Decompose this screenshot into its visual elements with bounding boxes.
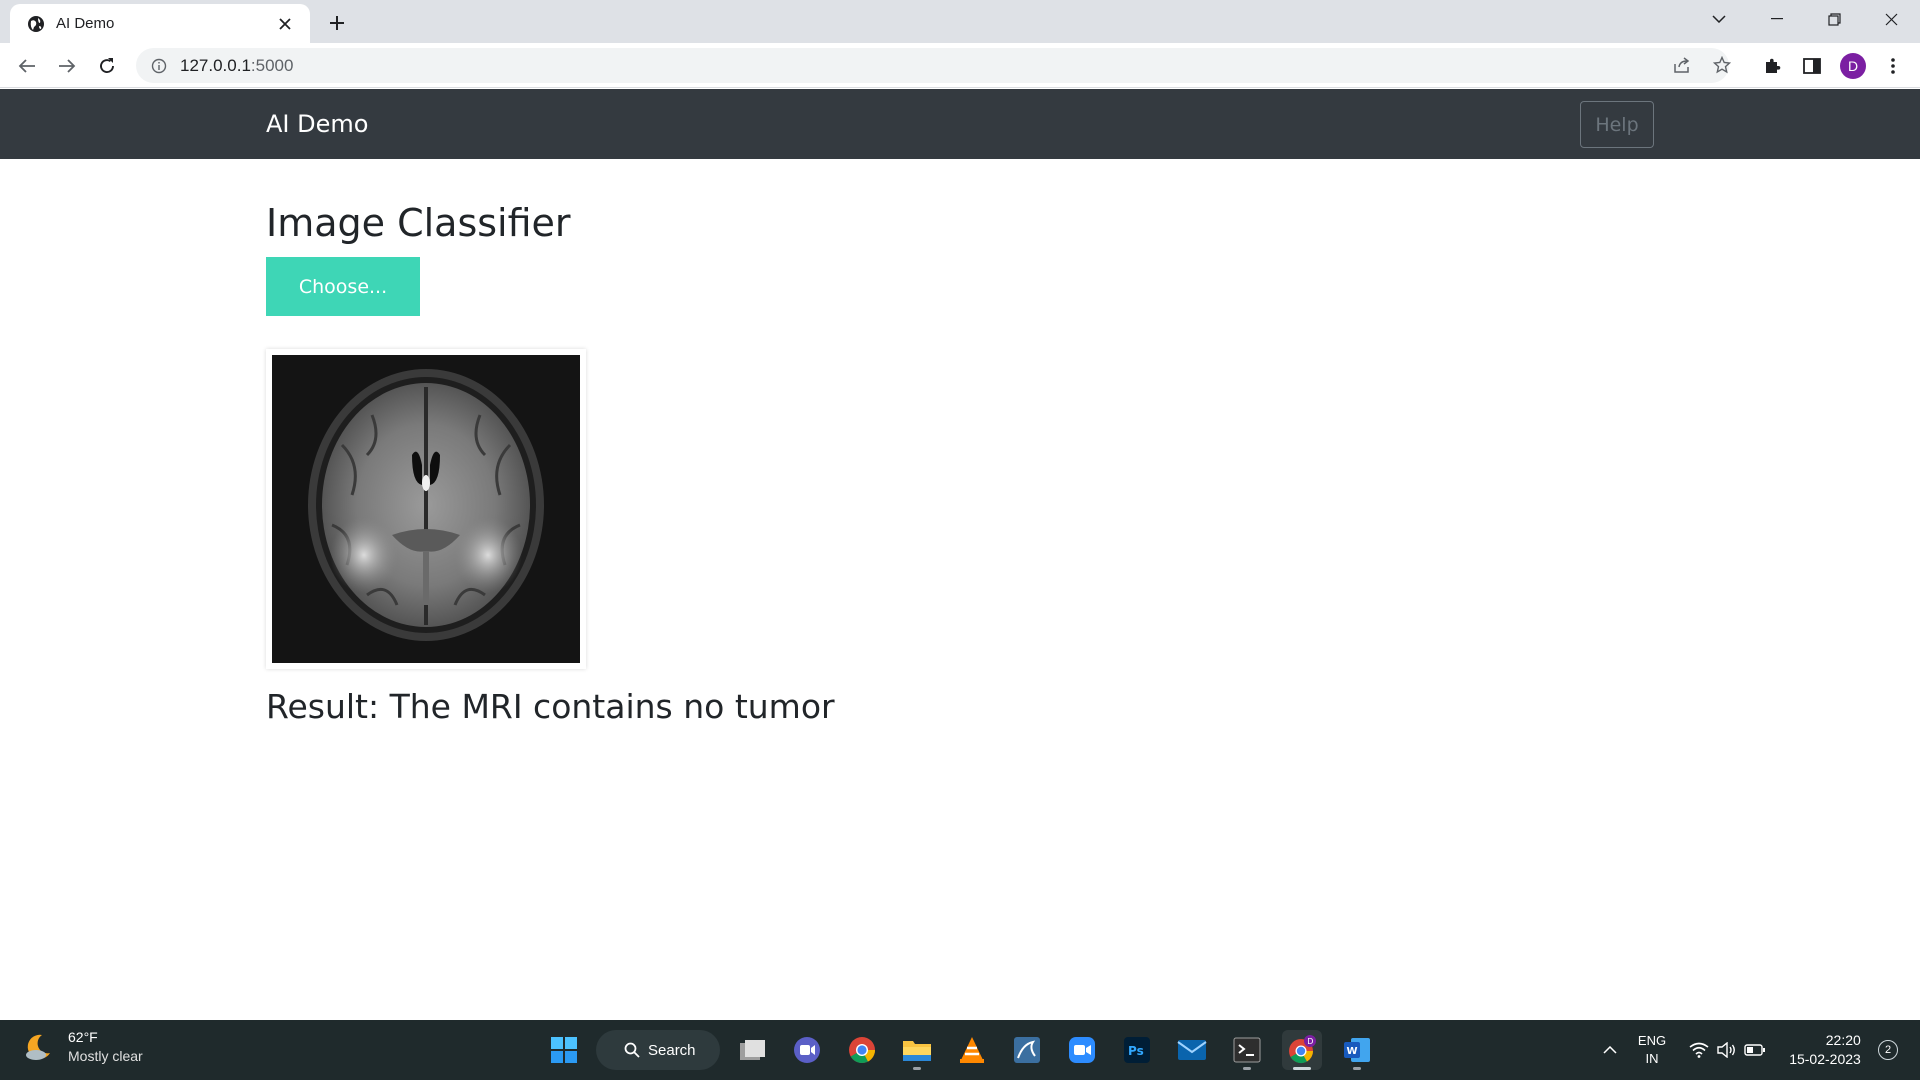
tab-search-icon[interactable] (1704, 4, 1734, 34)
chrome-profile-icon[interactable]: D (1282, 1030, 1322, 1070)
search-label: Search (648, 1041, 696, 1059)
classification-result: Result: The MRI contains no tumor (266, 687, 835, 726)
profile-avatar[interactable]: D (1836, 49, 1870, 83)
weather-temp: 62°F (68, 1029, 98, 1045)
reload-icon[interactable] (90, 49, 124, 83)
task-view-icon[interactable] (733, 1030, 773, 1070)
profile-initial: D (1840, 53, 1866, 79)
clock[interactable]: 22:20 15-02-2023 (1780, 1030, 1870, 1070)
svg-text:W: W (1347, 1046, 1358, 1057)
weather-widget[interactable]: 62°F Mostly clear (22, 1028, 143, 1066)
running-indicator (1293, 1067, 1311, 1070)
site-navbar: AI Demo Help (0, 89, 1920, 159)
browser-tab[interactable]: AI Demo (10, 4, 310, 43)
notification-count: 2 (1878, 1040, 1898, 1060)
extensions-puzzle-icon[interactable] (1755, 49, 1789, 83)
new-tab-button[interactable] (322, 8, 352, 38)
restore-icon[interactable] (1805, 0, 1863, 38)
lang-region: IN (1645, 1051, 1659, 1066)
lang-code: ENG (1637, 1033, 1667, 1048)
close-window-icon[interactable] (1862, 0, 1920, 38)
browser-toolbar: 127.0.0.1:5000 D (0, 43, 1920, 88)
clock-date: 15-02-2023 (1789, 1051, 1861, 1067)
close-tab-icon[interactable] (274, 13, 296, 35)
search-icon (624, 1042, 640, 1058)
mri-scan-image (272, 355, 580, 663)
taskbar-search[interactable]: Search (596, 1030, 720, 1070)
clock-time: 22:20 (1825, 1032, 1861, 1048)
browser-tabstrip: AI Demo (0, 0, 1920, 43)
svg-text:Ps: Ps (1128, 1044, 1144, 1058)
chrome-badge: D (1307, 1037, 1313, 1046)
url-text: 127.0.0.1:5000 (180, 56, 293, 76)
url-host: 127.0.0.1 (180, 55, 251, 75)
globe-icon (26, 14, 46, 34)
choose-file-button[interactable]: Choose... (266, 257, 420, 316)
mail-icon[interactable] (1172, 1030, 1212, 1070)
help-button[interactable]: Help (1580, 101, 1654, 148)
running-indicator (1353, 1067, 1361, 1070)
site-info-icon[interactable] (150, 57, 168, 75)
mysql-workbench-icon[interactable] (1007, 1030, 1047, 1070)
wifi-icon[interactable] (1686, 1030, 1712, 1070)
file-explorer-icon[interactable] (897, 1030, 937, 1070)
chrome-icon[interactable] (842, 1030, 882, 1070)
share-icon[interactable] (1668, 51, 1696, 79)
notifications-button[interactable]: 2 (1874, 1030, 1902, 1070)
minimize-icon[interactable] (1748, 0, 1806, 38)
zoom-icon[interactable] (1062, 1030, 1102, 1070)
chevron-up-icon[interactable] (1596, 1030, 1624, 1070)
terminal-icon[interactable] (1227, 1030, 1267, 1070)
start-icon[interactable] (544, 1030, 584, 1070)
vlc-icon[interactable] (952, 1030, 992, 1070)
tab-title: AI Demo (56, 15, 115, 32)
running-indicator (1243, 1067, 1251, 1070)
more-menu-icon[interactable] (1876, 49, 1910, 83)
word-icon[interactable]: W (1337, 1030, 1377, 1070)
volume-icon[interactable] (1714, 1030, 1740, 1070)
page-title: Image Classifier (266, 201, 571, 245)
bookmark-star-icon[interactable] (1708, 51, 1736, 79)
moon-cloud-icon (22, 1031, 54, 1063)
running-indicator (913, 1067, 921, 1070)
address-bar[interactable]: 127.0.0.1:5000 (136, 48, 1729, 83)
taskbar: 62°F Mostly clear Search Ps D W ENG IN 2… (0, 1020, 1920, 1080)
back-arrow-icon[interactable] (10, 49, 44, 83)
forward-arrow-icon[interactable] (50, 49, 84, 83)
teams-chat-icon[interactable] (787, 1030, 827, 1070)
url-port: :5000 (250, 55, 294, 75)
image-preview (266, 349, 586, 669)
side-panel-icon[interactable] (1795, 49, 1829, 83)
weather-condition: Mostly clear (68, 1048, 143, 1064)
photoshop-icon[interactable]: Ps (1117, 1030, 1157, 1070)
navbar-brand[interactable]: AI Demo (266, 110, 368, 138)
language-indicator[interactable]: ENG IN (1626, 1030, 1678, 1070)
battery-icon[interactable] (1742, 1030, 1768, 1070)
